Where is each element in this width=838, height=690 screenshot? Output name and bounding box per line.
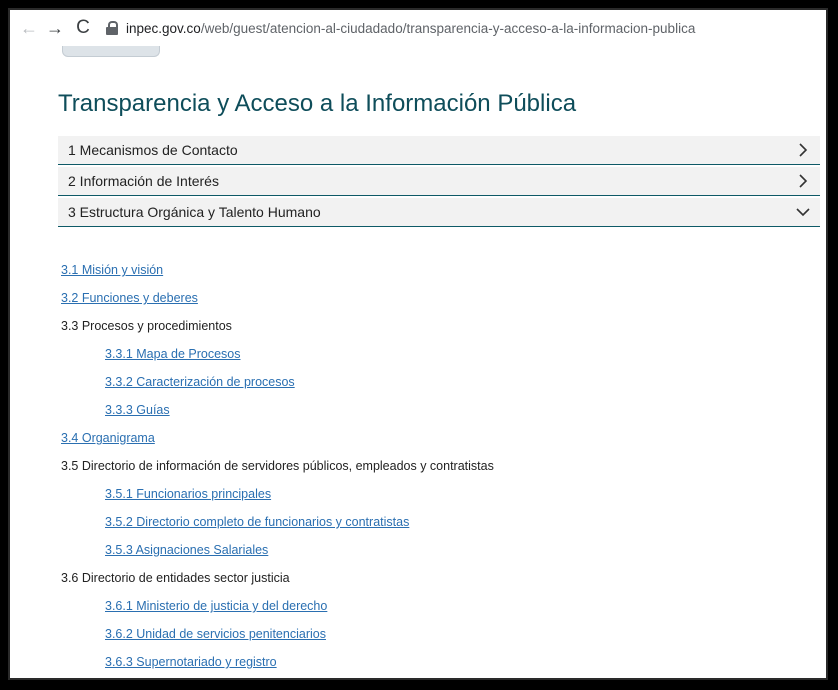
content-link[interactable]: 3.3.3 Guías <box>105 403 170 417</box>
content-section-heading: 3.3 Procesos y procedimientos <box>61 319 232 333</box>
content-link[interactable]: 3.5.3 Asignaciones Salariales <box>105 543 268 557</box>
content-link[interactable]: 3.2 Funciones y deberes <box>61 291 198 305</box>
content-link[interactable]: 3.5.1 Funcionarios principales <box>105 487 271 501</box>
content-link[interactable]: 3.6.2 Unidad de servicios penitenciarios <box>105 627 326 641</box>
url-domain: inpec.gov.co <box>126 20 201 36</box>
lock-icon[interactable] <box>106 21 118 35</box>
content-list: 3.1 Misión y visión 3.2 Funciones y deber… <box>61 262 821 678</box>
content-link[interactable]: 3.6.1 Ministerio de justicia y del derec… <box>105 599 327 613</box>
url-field[interactable]: inpec.gov.co/web/guest/atencion-al-ciuda… <box>126 21 695 36</box>
accordion: 1 Mecanismos de Contacto 2 Información de… <box>58 136 820 227</box>
browser-window: ← → C inpec.gov.co/web/guest/atencion-al… <box>8 8 828 680</box>
content-list-item: 3.3.1 Mapa de Procesos <box>61 346 821 374</box>
content-list-item: 3.5.3 Asignaciones Salariales <box>61 542 821 570</box>
back-arrow-icon[interactable]: ← <box>16 15 42 41</box>
content-link[interactable]: 3.5.2 Directorio completo de funcionario… <box>105 515 409 529</box>
content-link[interactable]: 3.4 Organigrama <box>61 431 155 445</box>
chevron-right-icon <box>796 143 810 157</box>
header-tab-remnant <box>62 46 160 57</box>
address-bar: ← → C inpec.gov.co/web/guest/atencion-al… <box>10 10 826 46</box>
content-list-item: 3.4 Organigrama <box>61 430 821 458</box>
accordion-item-1[interactable]: 1 Mecanismos de Contacto <box>58 136 820 165</box>
content-list-item: 3.3.2 Caracterización de procesos <box>61 374 821 402</box>
page-title: Transparencia y Acceso a la Información … <box>58 90 577 117</box>
content-section-heading: 3.6 Directorio de entidades sector justi… <box>61 571 290 585</box>
content-list-item: 3.6.2 Unidad de servicios penitenciarios <box>61 626 821 654</box>
chevron-down-icon <box>796 205 810 219</box>
content-link[interactable]: 3.3.1 Mapa de Procesos <box>105 347 241 361</box>
content-link[interactable]: 3.6.3 Supernotariado y registro <box>105 655 277 669</box>
chevron-right-icon <box>796 174 810 188</box>
content-list-item: 3.6 Directorio de entidades sector justi… <box>61 570 821 598</box>
content-list-item: 3.6.3 Supernotariado y registro <box>61 654 821 678</box>
content-section-heading: 3.5 Directorio de información de servido… <box>61 459 494 473</box>
accordion-item-3[interactable]: 3 Estructura Orgánica y Talento Humano <box>58 198 820 227</box>
content-list-item: 3.2 Funciones y deberes <box>61 290 821 318</box>
content-list-item: 3.5 Directorio de información de servido… <box>61 458 821 486</box>
reload-icon[interactable]: C <box>70 15 96 41</box>
content-link[interactable]: 3.1 Misión y visión <box>61 263 163 277</box>
content-list-item: 3.6.1 Ministerio de justicia y del derec… <box>61 598 821 626</box>
content-list-item: 3.5.1 Funcionarios principales <box>61 486 821 514</box>
content-link[interactable]: 3.3.2 Caracterización de procesos <box>105 375 295 389</box>
content-list-item: 3.5.2 Directorio completo de funcionario… <box>61 514 821 542</box>
accordion-item-label: 2 Información de Interés <box>68 173 219 189</box>
accordion-item-2[interactable]: 2 Información de Interés <box>58 167 820 196</box>
url-path: /web/guest/atencion-al-ciudadado/transpa… <box>200 20 696 36</box>
content-list-item: 3.3 Procesos y procedimientos <box>61 318 821 346</box>
content-list-item: 3.3.3 Guías <box>61 402 821 430</box>
accordion-item-label: 1 Mecanismos de Contacto <box>68 142 238 158</box>
forward-arrow-icon[interactable]: → <box>42 15 68 41</box>
accordion-item-label: 3 Estructura Orgánica y Talento Humano <box>68 204 321 220</box>
content-list-item: 3.1 Misión y visión <box>61 262 821 290</box>
